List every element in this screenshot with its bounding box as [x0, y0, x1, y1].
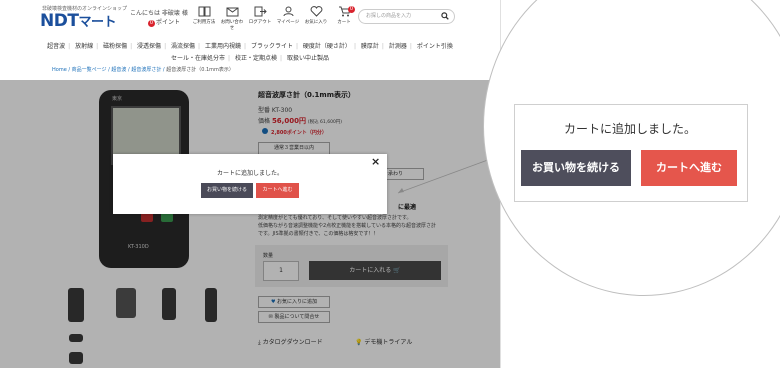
search-box[interactable]: お探しの商品を入力 [358, 9, 455, 24]
zoomed-go-to-cart-button[interactable]: カートへ進む [641, 150, 737, 186]
nav-item[interactable]: ブラックライト [248, 43, 296, 50]
points-label: ポイント [156, 19, 181, 26]
logo-kana: マート [78, 15, 116, 30]
heart-icon [310, 6, 322, 17]
points-display: 0 ポイント [148, 17, 180, 27]
nav-item[interactable]: 渦流探傷 [168, 43, 198, 50]
book-icon [198, 6, 210, 17]
search-icon[interactable] [441, 12, 449, 20]
header-link-favorites[interactable]: お気に入り [304, 6, 328, 31]
header-link-mypage[interactable]: マイページ [276, 6, 300, 31]
nav-item[interactable]: セール・在庫処分市 [168, 55, 228, 62]
greeting: こんにちは 非破壊 様 [130, 10, 188, 17]
header-link-logout[interactable]: ログアウト [248, 6, 272, 31]
logo-text: NDT [40, 11, 79, 31]
modal-backdrop[interactable] [0, 80, 500, 368]
breadcrumb: Home / 商品一覧ページ / 超音波 / 超音波厚さ計 / 超音波厚さ計（0… [52, 67, 234, 73]
site-logo[interactable]: NDTマート [40, 11, 116, 31]
continue-shopping-button[interactable]: お買い物を続ける [201, 183, 253, 198]
nav-item[interactable]: 浸透探傷 [134, 43, 164, 50]
nav-item[interactable]: 工業用内視鏡 [202, 43, 244, 50]
breadcrumb-item[interactable]: 商品一覧ページ [72, 67, 107, 73]
go-to-cart-button[interactable]: カートへ進む [256, 183, 299, 198]
nav-item[interactable]: 取扱い中止製品 [284, 55, 332, 62]
category-nav: 超音波 | 放射線 | 磁粉探傷 | 浸透探傷 | 渦流探傷 | 工業用内視鏡 | ブラック… [0, 41, 500, 50]
points-count: 0 [148, 20, 155, 27]
breadcrumb-item[interactable]: 超音波 [111, 67, 126, 73]
logout-icon [254, 6, 267, 17]
header-link-label: カート [337, 20, 351, 25]
breadcrumb-item[interactable]: Home [52, 67, 67, 73]
close-icon[interactable]: × [371, 155, 380, 168]
nav-item[interactable]: 校正・定期点検 [232, 55, 280, 62]
search-placeholder: お探しの商品を入力 [366, 13, 412, 19]
mail-icon [226, 7, 238, 17]
nav-item[interactable]: 計測器 [386, 43, 410, 50]
modal-message: カートに追加しました。 [216, 170, 283, 177]
cart-badge: 0 [348, 6, 355, 13]
header-link-label: マイページ [276, 20, 300, 25]
nav-item[interactable]: 硬度計（硬さ計） [300, 43, 354, 50]
zoomed-continue-shopping-button[interactable]: お買い物を続ける [521, 150, 631, 186]
header-link-label: お気に入り [304, 20, 328, 25]
zoomed-modal-message: カートに追加しました。 [563, 122, 696, 136]
breadcrumb-item[interactable]: 超音波厚さ計 [131, 67, 161, 73]
header-link-guide[interactable]: ご利用方法 [192, 6, 216, 31]
header-link-label: お問い合わせ [220, 20, 244, 31]
nav-item[interactable]: 磁粉探傷 [100, 43, 130, 50]
secondary-nav: セール・在庫処分市 | 校正・定期点検 | 取扱い中止製品 [0, 53, 500, 62]
header-link-cart[interactable]: 0 カート [332, 6, 356, 31]
nav-item[interactable]: 膜厚計 [358, 43, 382, 50]
header-link-label: ご利用方法 [192, 20, 216, 25]
nav-item[interactable]: 超音波 [44, 43, 68, 50]
header-link-label: ログアウト [248, 20, 272, 25]
header-icons: ご利用方法 お問い合わせ ログアウト マイページ お気に入り 0 カート [192, 6, 356, 31]
breadcrumb-current: 超音波厚さ計（0.1mm表示） [166, 67, 234, 73]
header-link-contact[interactable]: お問い合わせ [220, 6, 244, 31]
nav-item[interactable]: ポイント引換 [414, 43, 456, 50]
nav-item[interactable]: 放射線 [72, 43, 96, 50]
user-icon [283, 6, 293, 17]
